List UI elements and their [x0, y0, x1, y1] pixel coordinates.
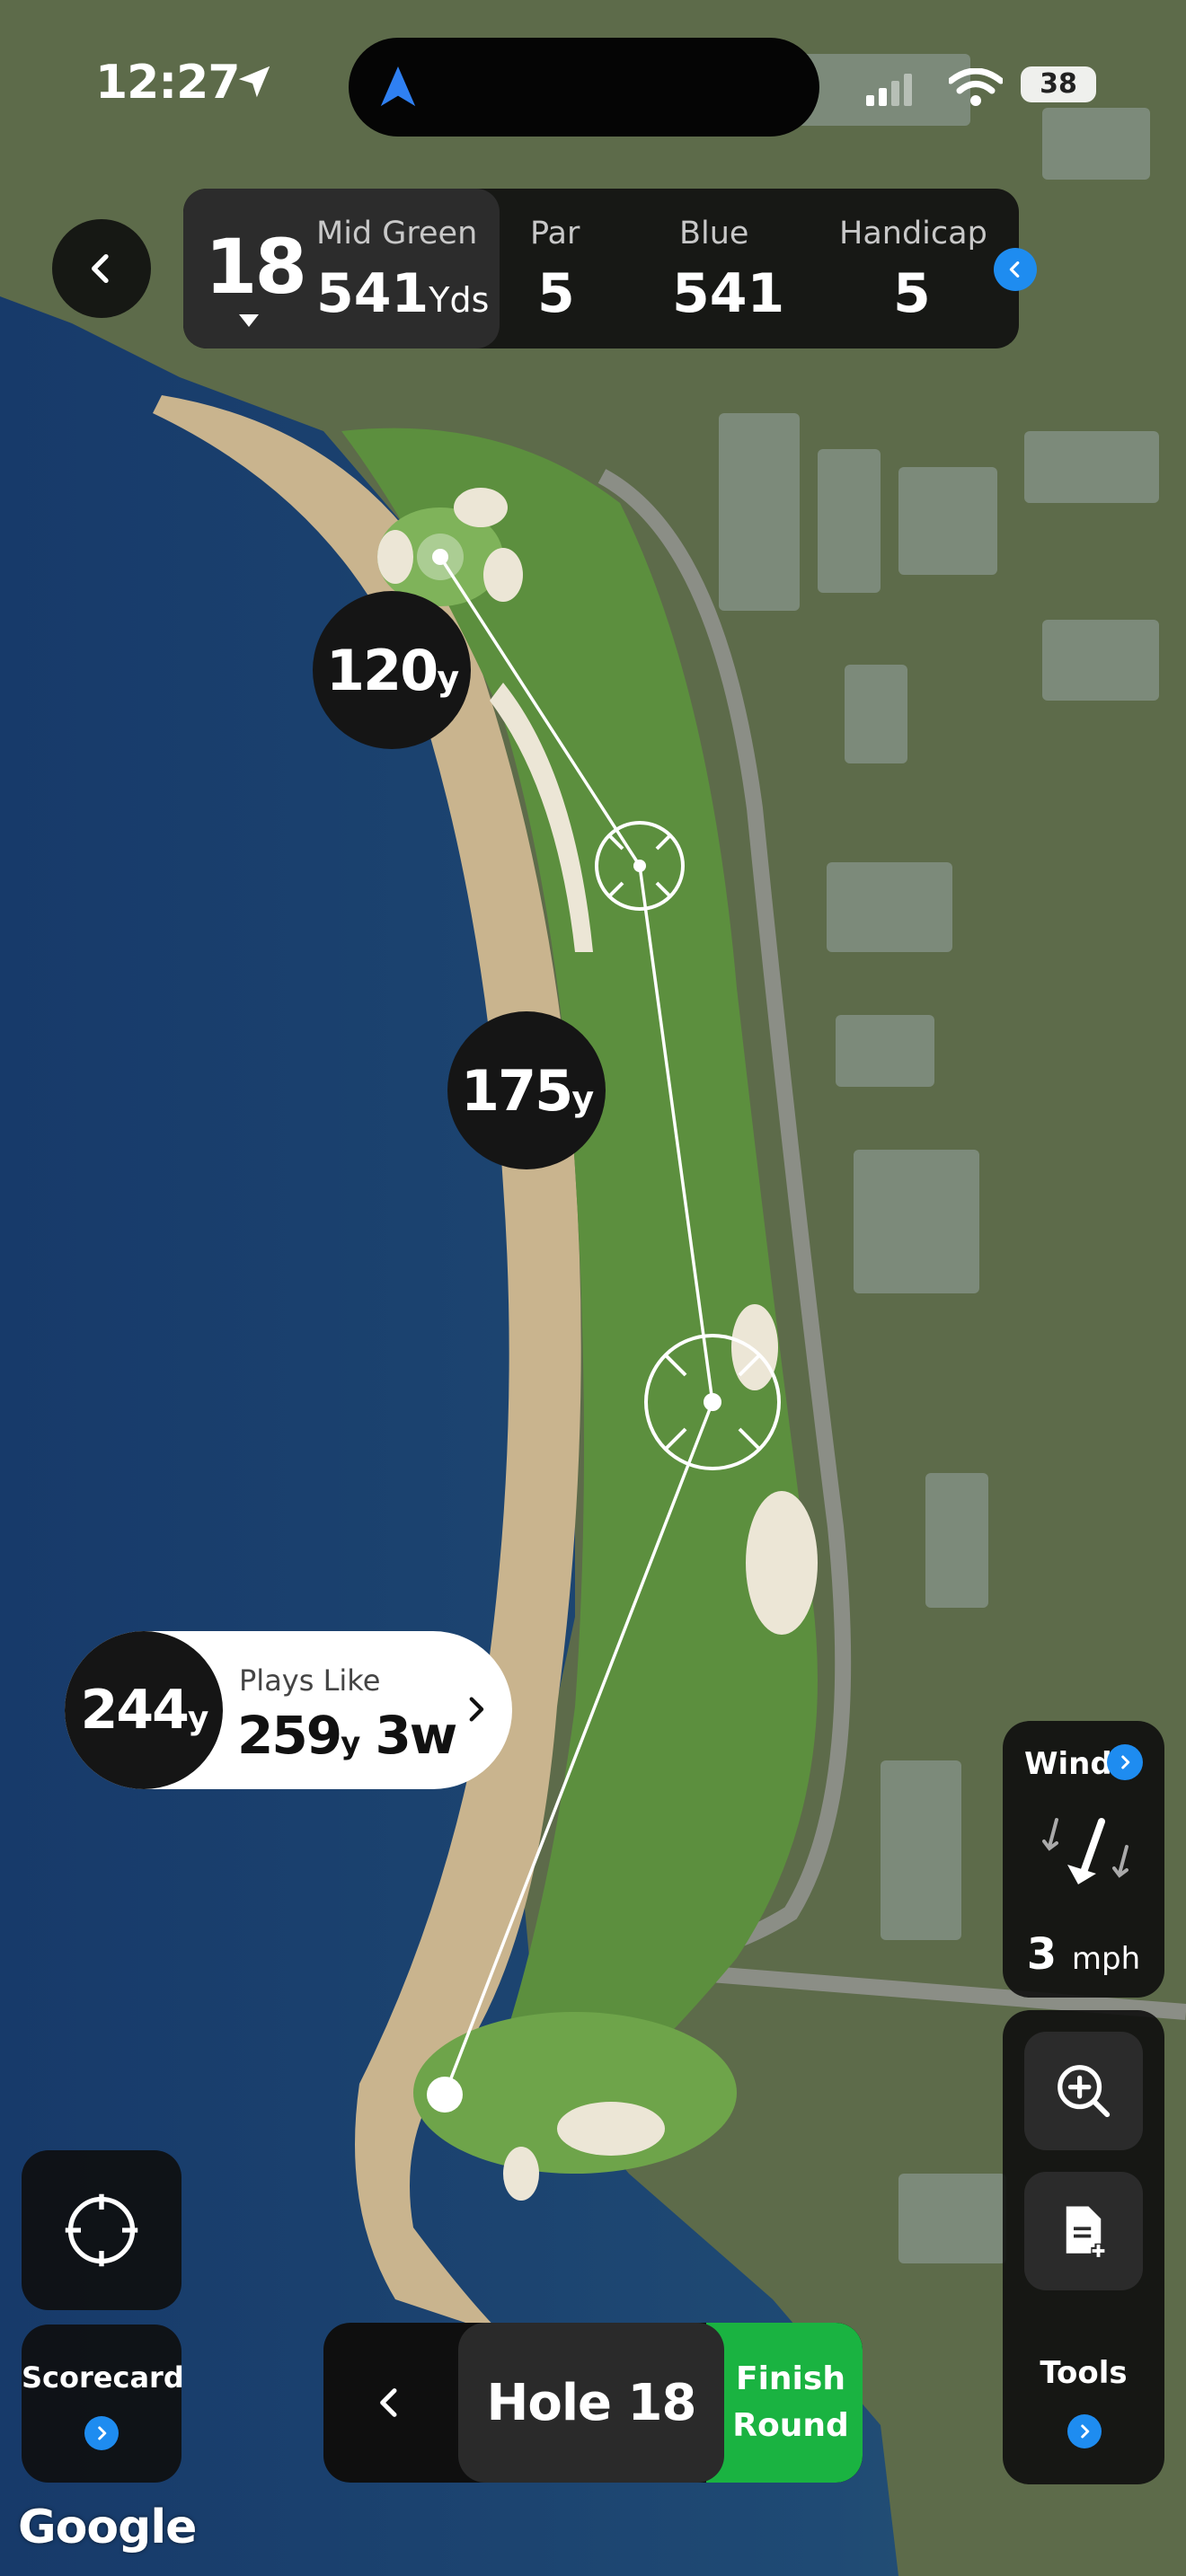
shot-distance: 244 y — [65, 1631, 223, 1789]
middle-distance: 175 — [460, 1057, 573, 1124]
hole-number: 18 — [205, 223, 307, 311]
plays-like-card[interactable]: 244 y Plays Like 259y 3w — [65, 1631, 512, 1789]
wind-label: Wind — [1024, 1746, 1112, 1782]
scorecard-expand-icon — [84, 2416, 119, 2450]
signal-icon — [866, 74, 912, 106]
chevron-right-icon — [1121, 1755, 1130, 1769]
green-yards: 541 — [316, 262, 429, 325]
scorecard-label: Scorecard — [22, 2360, 184, 2395]
hole-navigation: Finish Round Hole 18 — [323, 2323, 863, 2483]
distance-unit: y — [571, 1079, 594, 1118]
chevron-left-icon — [92, 254, 109, 283]
status-time: 12:27 — [95, 56, 241, 110]
distance-to-green-bubble: 120 y — [313, 591, 471, 749]
wifi-icon — [949, 68, 1003, 106]
dynamic-island — [349, 38, 819, 137]
green-distance-selector[interactable]: 18 Mid Green 541Yds — [183, 189, 500, 348]
yards-unit: Yds — [429, 280, 490, 320]
chevron-right-icon — [98, 2426, 107, 2440]
google-attribution: Google — [18, 2501, 197, 2554]
wind-info-button[interactable] — [1107, 1744, 1143, 1780]
par-value: 5 — [537, 262, 575, 325]
par-label: Par — [530, 216, 580, 251]
club-recommendation: 3w — [375, 1705, 457, 1766]
green-label: Mid Green — [316, 216, 478, 251]
chevron-left-icon — [1009, 261, 1020, 278]
caret-down-icon — [239, 314, 259, 327]
zoom-in-icon — [1058, 2065, 1111, 2118]
tools-panel: Tools — [1003, 2010, 1164, 2484]
chevron-left-icon — [380, 2388, 397, 2417]
hole-info-header[interactable]: 18 Mid Green 541Yds Par 5 Blue 541 Handi… — [183, 189, 1019, 348]
tee-marker[interactable] — [427, 2077, 463, 2113]
shot-distance-unit: y — [187, 1699, 209, 1737]
scorecard-button[interactable]: Scorecard — [22, 2325, 184, 2483]
finish-round-button[interactable]: Finish Round — [706, 2323, 863, 2483]
tee-yards: 541 — [672, 262, 785, 325]
handicap-value: 5 — [893, 262, 931, 325]
distance-to-green: 120 — [325, 637, 438, 703]
chevron-right-icon — [1081, 2424, 1090, 2439]
crosshair-icon — [65, 2193, 138, 2267]
distance-unit: y — [437, 658, 459, 698]
tee-label: Blue — [679, 216, 749, 251]
shot-distance-value: 244 — [80, 1679, 190, 1742]
location-arrow-icon — [238, 66, 270, 98]
wind-speed-unit: mph — [1071, 1941, 1141, 1977]
chevron-right-icon — [469, 1697, 484, 1722]
plays-like-value: 259y 3w — [237, 1705, 457, 1766]
plays-like-label: Plays Like — [239, 1663, 381, 1698]
note-add-icon — [1066, 2206, 1106, 2259]
wind-speed: 3 mph — [1003, 1929, 1164, 1980]
wind-direction-icon — [1042, 1818, 1128, 1884]
green-distance: 541Yds — [316, 262, 489, 325]
tools-label[interactable]: Tools — [1003, 2355, 1164, 2391]
add-note-button[interactable] — [1024, 2172, 1143, 2290]
back-button[interactable] — [52, 219, 151, 318]
tools-expand-button[interactable] — [1067, 2414, 1102, 2448]
wind-speed-value: 3 — [1026, 1929, 1058, 1980]
battery-indicator: 38 — [1021, 66, 1096, 102]
previous-hole-button[interactable] — [323, 2323, 456, 2483]
handicap-label: Handicap — [839, 216, 987, 251]
plays-like-distance: 259 — [237, 1705, 342, 1766]
wind-panel[interactable]: Wind 3 mph — [1003, 1721, 1164, 1998]
current-hole[interactable]: Hole 18 — [458, 2323, 724, 2483]
recenter-button[interactable] — [22, 2150, 181, 2310]
zoom-in-button[interactable] — [1024, 2032, 1143, 2150]
navigation-arrow-icon — [380, 66, 416, 107]
plays-like-unit: y — [341, 1725, 360, 1761]
header-expand-button[interactable] — [994, 248, 1037, 291]
middle-distance-bubble: 175 y — [447, 1011, 606, 1169]
